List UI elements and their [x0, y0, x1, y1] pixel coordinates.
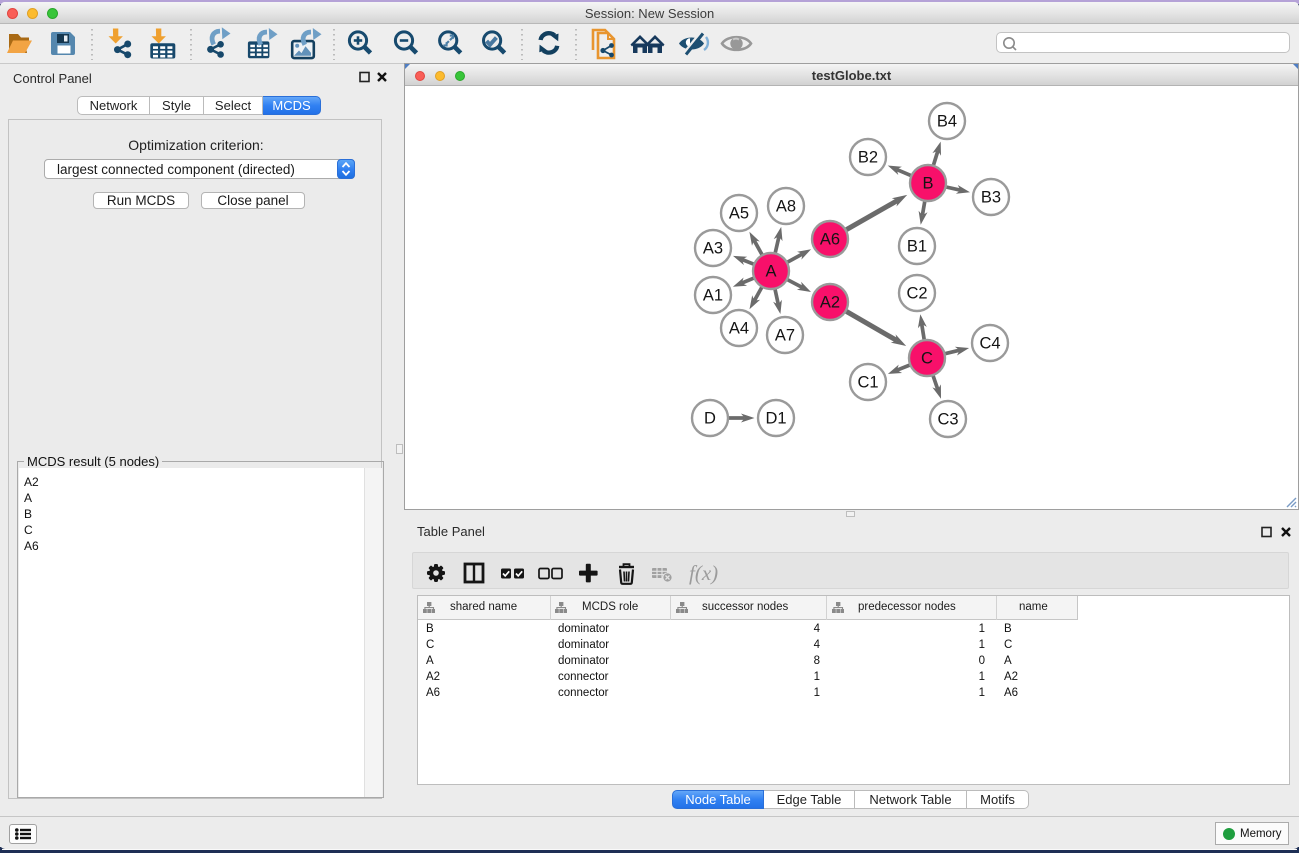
svg-text:A4: A4 [729, 320, 749, 338]
svg-text:A5: A5 [729, 205, 749, 223]
svg-text:B2: B2 [858, 149, 878, 167]
svg-text:A8: A8 [776, 198, 796, 216]
svg-text:A1: A1 [703, 287, 723, 305]
svg-text:D: D [704, 410, 716, 428]
svg-text:B: B [922, 175, 933, 193]
svg-text:B4: B4 [937, 113, 957, 131]
svg-text:A7: A7 [775, 327, 795, 345]
svg-text:A: A [765, 263, 776, 281]
svg-text:B1: B1 [907, 238, 927, 256]
svg-text:A6: A6 [820, 231, 840, 249]
svg-text:C: C [921, 350, 933, 368]
svg-text:C2: C2 [906, 285, 927, 303]
svg-text:D1: D1 [765, 410, 786, 428]
svg-text:B3: B3 [981, 189, 1001, 207]
svg-text:C4: C4 [979, 335, 1000, 353]
svg-text:A2: A2 [820, 294, 840, 312]
svg-text:C3: C3 [937, 411, 958, 429]
svg-text:A3: A3 [703, 240, 723, 258]
svg-text:f(x): f(x) [689, 561, 718, 585]
svg-text:C1: C1 [857, 374, 878, 392]
